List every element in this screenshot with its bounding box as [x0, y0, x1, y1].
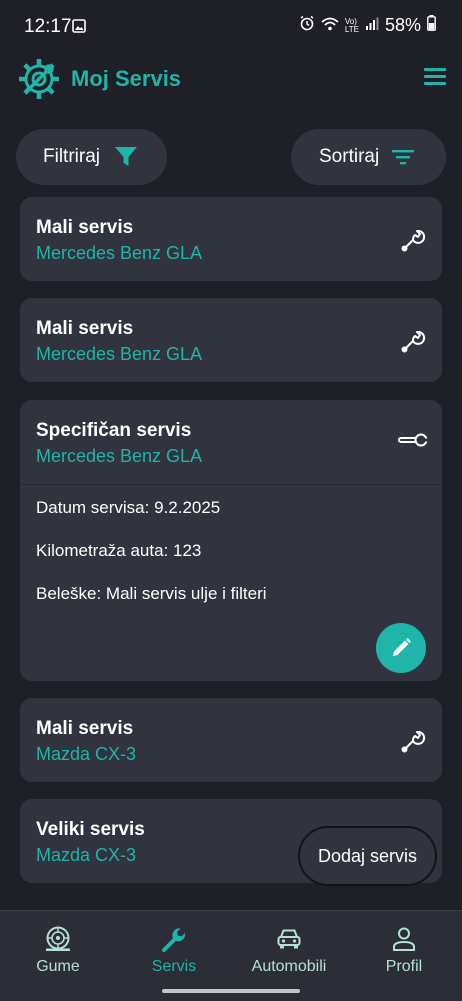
- service-card[interactable]: Mali servis Mercedes Benz GLA: [20, 298, 442, 382]
- service-date: Datum servisa: 9.2.2025: [36, 498, 221, 517]
- service-title: Veliki servis: [36, 819, 145, 840]
- nav-label: Profil: [385, 958, 423, 975]
- service-card-expanded[interactable]: Specifičan servis Mercedes Benz GLA Datu…: [20, 400, 442, 681]
- service-car: Mercedes Benz GLA: [36, 243, 203, 263]
- wrench-icon: [400, 728, 426, 759]
- nav-item-servis[interactable]: Servis: [116, 925, 232, 976]
- status-time: 12:17: [24, 16, 72, 37]
- wrench-horizontal-icon: [398, 432, 429, 453]
- service-car: Mazda CX-3: [36, 845, 137, 865]
- person-icon: [390, 925, 418, 953]
- gallery-notification-icon: [72, 19, 86, 38]
- filter-label: Filtriraj: [43, 146, 100, 167]
- service-card[interactable]: Mali servis Mercedes Benz GLA: [20, 197, 442, 281]
- card-divider: [20, 484, 442, 485]
- add-service-button[interactable]: Dodaj servis: [298, 826, 437, 886]
- network-type: LTE: [344, 24, 359, 34]
- volte-icon: Vo) LTE: [344, 16, 359, 34]
- pencil-icon: [390, 637, 412, 659]
- service-notes: Beleške: Mali servis ulje i filteri: [36, 584, 267, 603]
- sort-label: Sortiraj: [319, 146, 380, 167]
- nav-label: Automobili: [251, 958, 327, 975]
- bottom-navigation: Gume Servis Automobili Profil: [0, 910, 462, 1001]
- sort-button[interactable]: Sortiraj: [291, 129, 446, 185]
- service-car: Mercedes Benz GLA: [36, 344, 203, 364]
- filter-icon: [114, 146, 138, 168]
- car-icon: [275, 925, 303, 953]
- service-car: Mercedes Benz GLA: [36, 446, 203, 466]
- service-car: Mazda CX-3: [36, 744, 137, 764]
- service-title: Specifičan servis: [36, 420, 192, 441]
- service-title: Mali servis: [36, 217, 134, 238]
- nav-item-automobili[interactable]: Automobili: [231, 925, 347, 976]
- status-bar: 12:17 Vo) LTE 58%: [0, 0, 462, 52]
- edit-service-button[interactable]: [376, 623, 426, 673]
- nav-label: Servis: [151, 958, 197, 975]
- wifi-icon: [321, 15, 339, 36]
- nav-item-gume[interactable]: Gume: [0, 925, 116, 976]
- wrench-icon: [160, 925, 188, 953]
- tire-icon: [44, 925, 72, 953]
- app-bar: Moj Servis: [0, 52, 462, 108]
- battery-icon: [427, 15, 436, 36]
- home-indicator[interactable]: [162, 989, 300, 993]
- service-card[interactable]: Mali servis Mazda CX-3: [20, 698, 442, 782]
- service-title: Mali servis: [36, 718, 134, 739]
- filter-button[interactable]: Filtriraj: [16, 129, 167, 185]
- service-title: Mali servis: [36, 318, 134, 339]
- sort-icon: [391, 148, 415, 166]
- hamburger-menu-icon[interactable]: [424, 68, 446, 86]
- service-mileage: Kilometraža auta: 123: [36, 541, 202, 560]
- signal-icon: [365, 15, 379, 36]
- nav-item-profil[interactable]: Profil: [346, 925, 462, 976]
- wrench-icon: [400, 227, 426, 258]
- nav-label: Gume: [36, 958, 80, 975]
- wrench-icon: [400, 328, 426, 359]
- battery-level: 58%: [384, 15, 421, 35]
- gear-wrench-icon: [16, 56, 62, 107]
- alarm-icon: [299, 15, 315, 36]
- app-title: Moj Servis: [71, 66, 182, 91]
